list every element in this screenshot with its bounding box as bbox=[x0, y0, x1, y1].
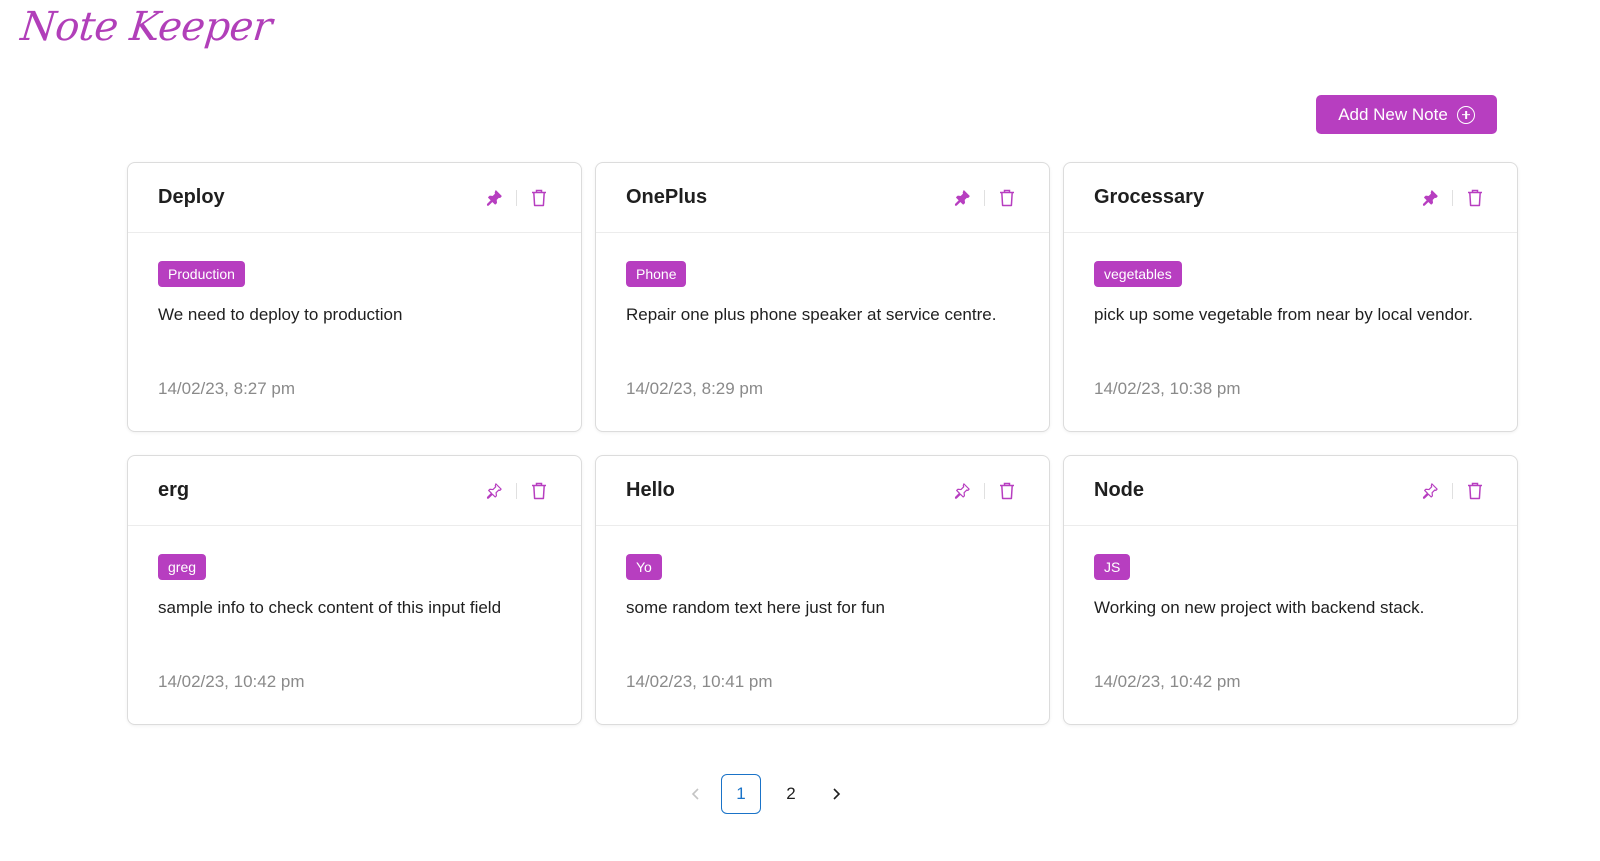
plus-circle-icon bbox=[1456, 105, 1475, 124]
next-page-button[interactable] bbox=[816, 774, 856, 814]
note-card: Node JS Working on new project with back… bbox=[1063, 455, 1518, 725]
note-timestamp: 14/02/23, 10:38 pm bbox=[1094, 379, 1241, 398]
note-timestamp: 14/02/23, 8:29 pm bbox=[626, 379, 764, 398]
action-divider bbox=[984, 189, 985, 206]
note-tag: Phone bbox=[626, 261, 687, 287]
add-new-note-label: Add New Note bbox=[1338, 104, 1448, 124]
action-divider bbox=[516, 482, 517, 499]
add-new-note-button[interactable]: Add New Note bbox=[1316, 95, 1497, 134]
pagination: 1 2 bbox=[676, 774, 856, 814]
pin-icon[interactable] bbox=[482, 186, 506, 210]
prev-page-button[interactable] bbox=[676, 774, 716, 814]
pin-icon[interactable] bbox=[1418, 479, 1442, 503]
pin-icon[interactable] bbox=[950, 479, 974, 503]
note-timestamp: 14/02/23, 8:27 pm bbox=[158, 379, 296, 398]
trash-icon[interactable] bbox=[527, 186, 551, 210]
note-tag: vegetables bbox=[1094, 261, 1182, 287]
page-1-button[interactable]: 1 bbox=[721, 774, 761, 814]
page-2-button[interactable]: 2 bbox=[771, 774, 811, 814]
trash-icon[interactable] bbox=[995, 479, 1019, 503]
note-text: sample info to check content of this inp… bbox=[158, 598, 502, 617]
note-card: Grocessary vegetables pick up some veget… bbox=[1063, 162, 1518, 432]
chevron-right-icon bbox=[833, 788, 841, 800]
action-divider bbox=[1452, 482, 1453, 499]
chevron-left-icon bbox=[691, 788, 699, 800]
note-card-body: Phone Repair one plus phone speaker at s… bbox=[596, 233, 1049, 431]
note-text: Working on new project with backend stac… bbox=[1094, 598, 1425, 617]
note-text: We need to deploy to production bbox=[158, 305, 403, 324]
note-card-body: vegetables pick up some vegetable from n… bbox=[1064, 233, 1517, 431]
action-divider bbox=[516, 189, 517, 206]
note-actions bbox=[1418, 479, 1487, 503]
app-logo: Note Keeper bbox=[18, 4, 275, 50]
action-divider bbox=[1452, 189, 1453, 206]
pin-icon[interactable] bbox=[482, 479, 506, 503]
note-card-header: Deploy bbox=[128, 163, 581, 233]
note-tag: Production bbox=[158, 261, 245, 287]
note-actions bbox=[950, 479, 1019, 503]
trash-icon[interactable] bbox=[1463, 479, 1487, 503]
note-card: Hello Yo some random text here just for … bbox=[595, 455, 1050, 725]
note-card: erg greg sample info to check content of… bbox=[127, 455, 582, 725]
note-actions bbox=[1418, 186, 1487, 210]
note-timestamp: 14/02/23, 10:42 pm bbox=[158, 672, 305, 691]
pin-icon[interactable] bbox=[1418, 186, 1442, 210]
note-card-body: Production We need to deploy to producti… bbox=[128, 233, 581, 431]
note-card-header: Hello bbox=[596, 456, 1049, 526]
note-actions bbox=[482, 479, 551, 503]
page: Note Keeper Add New Note Deploy Producti… bbox=[0, 0, 1600, 861]
note-text: some random text here just for fun bbox=[626, 598, 885, 617]
note-title: Node bbox=[1094, 479, 1144, 501]
note-card-body: Yo some random text here just for fun 14… bbox=[596, 526, 1049, 724]
note-title: erg bbox=[158, 479, 190, 501]
note-text: Repair one plus phone speaker at service… bbox=[626, 305, 997, 324]
note-card-header: Node bbox=[1064, 456, 1517, 526]
trash-icon[interactable] bbox=[527, 479, 551, 503]
note-title: OnePlus bbox=[626, 186, 708, 208]
note-text: pick up some vegetable from near by loca… bbox=[1094, 305, 1473, 324]
note-timestamp: 14/02/23, 10:41 pm bbox=[626, 672, 773, 691]
note-card: Deploy Production We need to deploy to p… bbox=[127, 162, 582, 432]
note-title: Deploy bbox=[158, 186, 225, 208]
note-card-body: JS Working on new project with backend s… bbox=[1064, 526, 1517, 724]
note-tag: Yo bbox=[626, 554, 662, 580]
note-card: OnePlus Phone Repair one plus phone spea… bbox=[595, 162, 1050, 432]
note-title: Hello bbox=[626, 479, 675, 501]
notes-grid: Deploy Production We need to deploy to p… bbox=[127, 162, 1518, 725]
note-title: Grocessary bbox=[1094, 186, 1205, 208]
note-tag: JS bbox=[1094, 554, 1131, 580]
note-timestamp: 14/02/23, 10:42 pm bbox=[1094, 672, 1241, 691]
pin-icon[interactable] bbox=[950, 186, 974, 210]
note-card-header: erg bbox=[128, 456, 581, 526]
note-card-body: greg sample info to check content of thi… bbox=[128, 526, 581, 724]
note-tag: greg bbox=[158, 554, 207, 580]
note-actions bbox=[482, 186, 551, 210]
note-card-header: Grocessary bbox=[1064, 163, 1517, 233]
note-actions bbox=[950, 186, 1019, 210]
trash-icon[interactable] bbox=[1463, 186, 1487, 210]
action-divider bbox=[984, 482, 985, 499]
note-card-header: OnePlus bbox=[596, 163, 1049, 233]
trash-icon[interactable] bbox=[995, 186, 1019, 210]
